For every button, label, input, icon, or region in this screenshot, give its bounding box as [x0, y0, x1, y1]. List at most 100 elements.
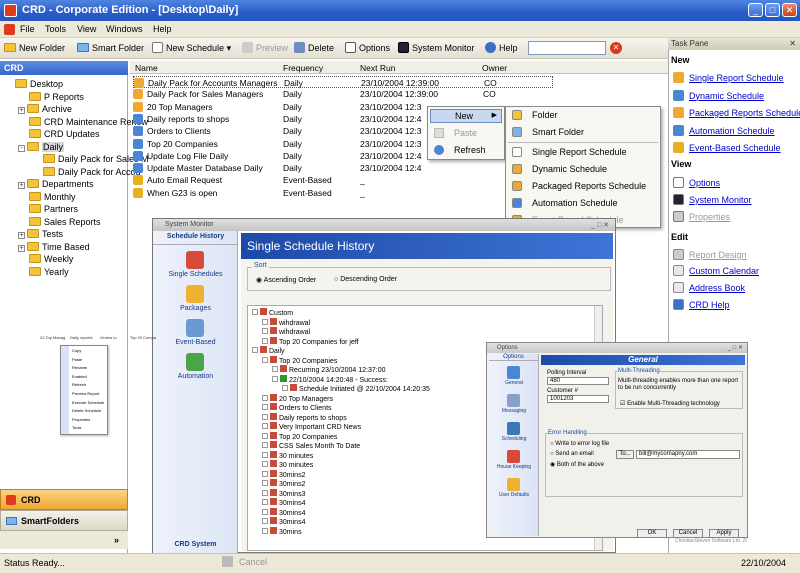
tp-new-item[interactable]: Event-Based Schedule — [673, 142, 781, 153]
menu-view[interactable]: View — [77, 24, 96, 34]
tp-view-item[interactable]: Options — [673, 177, 720, 188]
menu-tools[interactable]: Tools — [45, 24, 66, 34]
system-monitor-button[interactable]: System Monitor — [398, 41, 475, 56]
options-close-icon[interactable]: ✕ — [738, 345, 743, 351]
mini-menu-item[interactable]: Refresh — [72, 382, 86, 387]
mini-menu-item[interactable]: Properties — [72, 417, 90, 422]
menu-help[interactable]: Help — [153, 24, 172, 34]
table-row[interactable]: Update Master Database Daily Daily 23/10/2… — [133, 162, 553, 174]
history-item[interactable]: 30 minutes — [262, 450, 313, 461]
history-item[interactable]: 30mins4 — [262, 517, 305, 527]
history-expand-icon[interactable] — [262, 404, 268, 410]
context-refresh[interactable]: Refresh — [430, 145, 486, 155]
options-nav-icon[interactable] — [507, 450, 520, 463]
table-row[interactable]: Auto Email Request Event-Based _ — [133, 174, 553, 186]
sysmon-nav-label[interactable]: Event-Based — [153, 339, 238, 346]
to-button[interactable]: To... — [616, 450, 634, 459]
history-item[interactable]: CSS Sales Month To Date — [262, 441, 360, 451]
tree-item[interactable]: P Reports — [18, 91, 84, 103]
history-item[interactable]: 30mins2 — [262, 469, 305, 480]
history-item[interactable]: Top 20 Companies — [262, 355, 337, 366]
history-expand-icon[interactable] — [262, 489, 268, 496]
tree-item[interactable]: Daily Pack for Sales M — [32, 153, 149, 165]
history-item[interactable]: wihdrawal — [262, 317, 310, 328]
customer-input[interactable]: 1001203 — [547, 395, 609, 403]
history-expand-icon[interactable] — [262, 328, 268, 334]
tree-item[interactable]: + Tests — [18, 228, 63, 240]
history-item[interactable]: Very Important CRD News — [262, 422, 361, 432]
mini-menu-item[interactable]: Rename — [72, 365, 87, 370]
history-expand-icon[interactable] — [262, 518, 268, 524]
sysmon-nav-label[interactable]: Automation — [153, 373, 238, 380]
mini-menu-item[interactable]: Execute Schedule — [72, 400, 104, 405]
history-item[interactable]: 22/10/2004 14:20:48 - Success: — [272, 374, 388, 385]
history-expand-icon[interactable] — [262, 413, 268, 420]
close-button[interactable]: ✕ — [782, 3, 797, 17]
sysmon-minimize-icon[interactable]: _ — [591, 222, 595, 229]
history-item[interactable]: Schedule Initiated @ 22/10/2004 14:20:35 — [282, 384, 430, 394]
sort-ascending-radio[interactable]: ◉ Ascending Order — [256, 276, 316, 284]
smartfolders-nav-button[interactable]: SmartFolders — [0, 510, 128, 531]
submenu-item[interactable]: Folder — [508, 110, 558, 120]
options-nav-icon[interactable] — [507, 422, 520, 435]
options-nav-icon[interactable] — [507, 366, 520, 379]
tree-item[interactable]: Desktop — [4, 78, 63, 90]
help-button[interactable]: Help — [485, 41, 518, 56]
sysmon-nav-icon[interactable] — [186, 353, 204, 371]
tree-item[interactable]: Monthly — [18, 191, 76, 203]
error-option-log[interactable]: ○ Write to error log file — [550, 441, 609, 447]
tp-view-item[interactable]: Properties — [673, 211, 730, 222]
mini-menu-item[interactable]: Paste — [72, 357, 82, 362]
tree-item[interactable]: + Departments — [18, 178, 94, 190]
history-item[interactable]: wihdrawal — [262, 327, 310, 337]
options-restore-icon[interactable]: □ — [733, 345, 737, 351]
tp-edit-item[interactable]: Report Design — [673, 249, 747, 260]
history-item[interactable]: 30mins4 — [262, 507, 305, 518]
tree-item[interactable]: + Time Based — [18, 241, 90, 253]
sysmon-nav-label[interactable]: Single Schedules — [153, 271, 238, 278]
search-input[interactable] — [528, 41, 606, 55]
preview-button[interactable]: Preview — [242, 41, 288, 56]
history-expand-icon[interactable] — [272, 366, 278, 372]
tp-new-item[interactable]: Packaged Reports Schedule — [673, 107, 800, 118]
tp-new-item[interactable]: Single Report Schedule — [673, 72, 784, 83]
expand-icon[interactable]: + — [18, 182, 25, 189]
tp-edit-item[interactable]: Custom Calendar — [673, 265, 759, 276]
context-paste[interactable]: Paste — [430, 128, 477, 138]
history-item[interactable]: 20 Top Managers — [262, 393, 333, 404]
delete-button[interactable]: Delete — [294, 41, 334, 56]
options-cancel-button[interactable]: Cancel — [673, 529, 703, 538]
options-button[interactable]: Options — [345, 41, 390, 56]
history-expand-icon[interactable] — [262, 432, 268, 439]
history-item[interactable]: 30mins2 — [262, 479, 305, 489]
sysmon-close-icon[interactable]: ✕ — [603, 222, 609, 229]
context-new[interactable]: New ▶ — [430, 109, 502, 123]
tp-edit-item[interactable]: CRD Help — [673, 299, 730, 310]
history-item[interactable]: 30 minutes — [262, 460, 313, 470]
sysmon-nav-icon[interactable] — [186, 285, 204, 303]
crd-nav-button[interactable]: CRD — [0, 489, 128, 510]
options-nav-label[interactable]: House Keeping — [489, 464, 539, 470]
clear-search-icon[interactable]: ✕ — [610, 42, 622, 54]
options-apply-button[interactable]: Apply — [709, 529, 739, 538]
submenu-item[interactable]: Dynamic Schedule — [508, 164, 607, 174]
mini-menu-item[interactable]: Preview Report — [72, 391, 99, 396]
sort-descending-radio[interactable]: ○ Descending Order — [334, 276, 397, 283]
multithreading-checkbox[interactable]: ☑ Enable Multi-Threading technology — [620, 400, 720, 407]
menu-windows[interactable]: Windows — [106, 24, 143, 34]
history-item[interactable]: 30mins — [262, 526, 302, 537]
col-owner[interactable]: Owner — [482, 63, 507, 73]
tp-edit-item[interactable]: Address Book — [673, 282, 745, 293]
expand-icon[interactable]: + — [18, 107, 25, 114]
options-minimize-icon[interactable]: _ — [728, 345, 731, 351]
mini-menu-item[interactable]: Tools — [72, 425, 81, 430]
history-expand-icon[interactable] — [262, 356, 268, 363]
menu-file[interactable]: File — [20, 24, 35, 34]
history-expand-icon[interactable] — [262, 499, 268, 505]
options-nav-label[interactable]: User Defaults — [489, 492, 539, 498]
error-option-both[interactable]: ◉ Both of the above — [550, 461, 604, 468]
options-nav-label[interactable]: Messaging — [489, 408, 539, 414]
history-item[interactable]: Daily — [252, 346, 285, 356]
history-expand-icon[interactable] — [262, 508, 268, 515]
new-folder-button[interactable]: New Folder — [4, 41, 65, 56]
